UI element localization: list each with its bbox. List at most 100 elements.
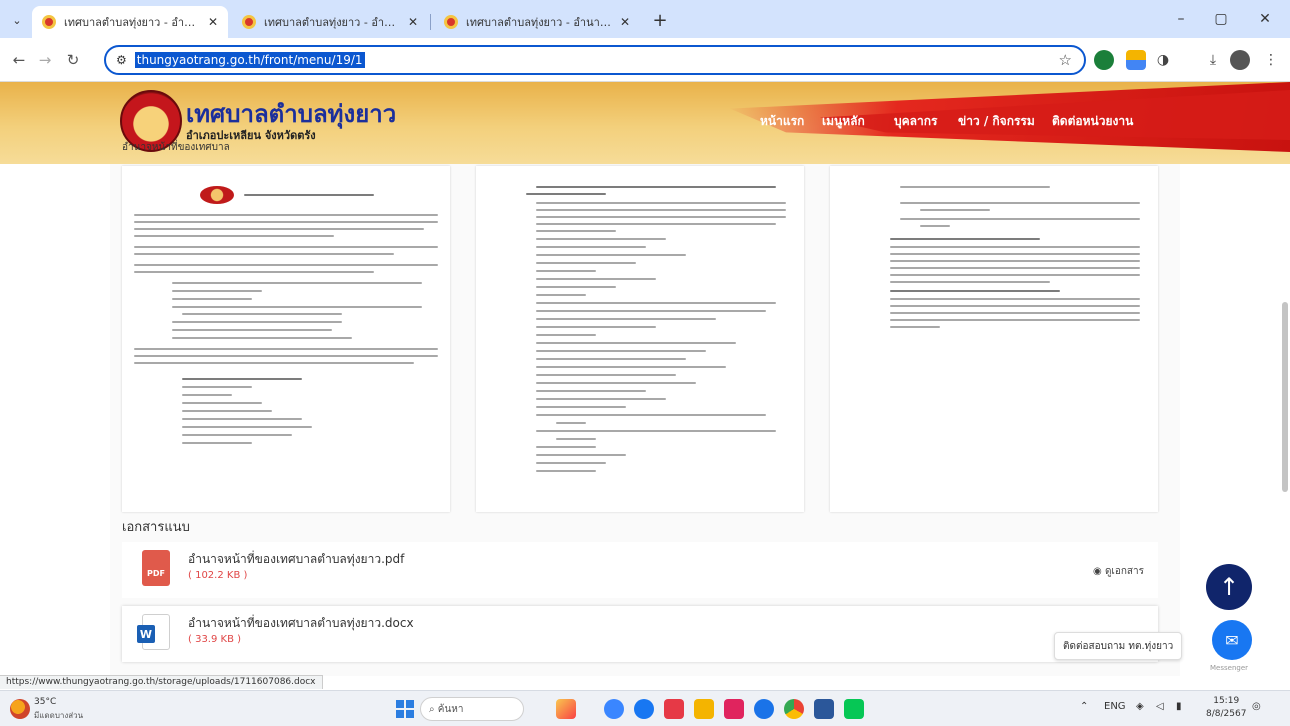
clock-time: 15:19 — [1213, 696, 1240, 706]
extensions-puzzle-icon[interactable]: ◑ — [1152, 49, 1174, 71]
weather-status[interactable]: มีแดดบางส่วน — [34, 709, 83, 722]
browser-tab-1[interactable]: เทศบาลตำบลทุ่งยาว - อำนาจหน้าที่ ✕ — [32, 6, 228, 38]
taskbar-app-icon[interactable] — [604, 699, 624, 719]
doc-text-line — [536, 216, 786, 218]
doc-text-line — [890, 319, 1140, 321]
doc-text-line — [182, 418, 302, 420]
facebook-app-icon[interactable] — [634, 699, 654, 719]
taskbar-app-icon[interactable] — [724, 699, 744, 719]
close-window-button[interactable]: ✕ — [1250, 8, 1280, 30]
doc-text-line — [536, 262, 636, 264]
nav-home[interactable]: หน้าแรก — [760, 112, 804, 131]
back-arrow-icon[interactable]: ← — [8, 49, 30, 71]
word-app-icon[interactable] — [814, 699, 834, 719]
site-favicon-icon — [444, 15, 458, 29]
doc-text-line — [890, 312, 1140, 314]
chrome-browser-icon[interactable] — [784, 699, 804, 719]
doc-text-line — [536, 350, 706, 352]
reload-icon[interactable]: ↻ — [62, 49, 84, 71]
doc-text-line — [536, 382, 696, 384]
nav-personnel[interactable]: บุคลากร — [894, 112, 937, 131]
attachment-filename[interactable]: อำนาจหน้าที่ของเทศบาลตำบลทุ่งยาว.docx — [188, 614, 414, 633]
doc-text-line — [890, 281, 1050, 283]
browser-tab-2[interactable]: เทศบาลตำบลทุ่งยาว - อำนาจหน้าที่ ✕ — [232, 6, 428, 38]
doc-text-line — [536, 202, 786, 204]
tab-close-icon[interactable]: ✕ — [208, 15, 218, 29]
doc-text-line — [536, 398, 666, 400]
doc-text-line — [182, 442, 252, 444]
forward-arrow-icon[interactable]: → — [34, 49, 56, 71]
file-explorer-icon[interactable] — [694, 699, 714, 719]
volume-icon[interactable]: ◁ — [1156, 701, 1164, 712]
site-favicon-icon — [242, 15, 256, 29]
doc-text-line — [890, 238, 1040, 240]
doc-text-line — [134, 362, 414, 364]
browser-menu-icon[interactable]: ⋮ — [1260, 49, 1282, 71]
tray-chevron-icon[interactable]: ⌃ — [1080, 701, 1088, 712]
doc-text-line — [536, 223, 776, 225]
scroll-to-top-button[interactable]: ↑ — [1206, 564, 1252, 610]
clock-date: 8/8/2567 — [1206, 709, 1247, 719]
weather-temperature[interactable]: 35°C — [34, 697, 56, 707]
attachment-size: ( 33.9 KB ) — [188, 634, 242, 645]
doc-text-line — [536, 318, 716, 320]
battery-icon[interactable]: ▮ — [1176, 701, 1182, 712]
doc-text-line — [134, 221, 438, 223]
tab-search-button[interactable]: ⌄ — [6, 9, 28, 31]
messenger-chat-icon[interactable]: ✉ — [1212, 620, 1252, 660]
extension-icon[interactable] — [1094, 50, 1114, 70]
url-text[interactable]: thungyaotrang.go.th/front/menu/19/1 — [134, 52, 365, 68]
extension-icon[interactable] — [1126, 50, 1146, 70]
attachment-item-pdf[interactable]: PDF อำนาจหน้าที่ของเทศบาลตำบลทุ่งยาว.pdf… — [122, 542, 1158, 598]
minimize-button[interactable]: – — [1166, 8, 1196, 30]
doc-text-line — [134, 228, 424, 230]
view-document-link[interactable]: ◉ ดูเอกสาร — [1093, 564, 1144, 579]
start-windows-icon[interactable] — [396, 700, 414, 718]
doc-text-line — [172, 321, 342, 323]
doc-text-line — [134, 246, 438, 248]
taskbar-search[interactable]: ⌕ ค้นหา — [420, 697, 524, 721]
taskbar-app-icon[interactable] — [664, 699, 684, 719]
weather-sun-icon[interactable] — [10, 699, 30, 719]
profile-avatar[interactable] — [1230, 50, 1250, 70]
widgets-app-icon[interactable] — [556, 699, 576, 719]
doc-text-line — [536, 186, 776, 188]
doc-text-line — [536, 446, 596, 448]
notification-icon[interactable]: ◎ — [1252, 701, 1261, 712]
new-tab-button[interactable]: + — [648, 8, 672, 32]
tab-close-icon[interactable]: ✕ — [408, 15, 418, 29]
attachment-filename[interactable]: อำนาจหน้าที่ของเทศบาลตำบลทุ่งยาว.pdf — [188, 550, 404, 569]
browser-toolbar: ← → ↻ ⚙ thungyaotrang.go.th/front/menu/1… — [0, 38, 1290, 82]
line-app-icon[interactable] — [844, 699, 864, 719]
doc-text-line — [182, 313, 342, 315]
doc-text-line — [890, 246, 1140, 248]
doc-text-line — [134, 264, 438, 266]
doc-text-line — [536, 414, 766, 416]
tray-language[interactable]: ENG — [1104, 701, 1126, 712]
chat-prompt[interactable]: ติดต่อสอบถาม ทต.ทุ่งยาว — [1054, 632, 1183, 660]
attachment-item-docx[interactable]: W อำนาจหน้าที่ของเทศบาลตำบลทุ่งยาว.docx … — [122, 606, 1158, 662]
doc-text-line — [172, 337, 352, 339]
doc-text-line — [182, 410, 272, 412]
attachments-heading: เอกสารแนบ — [122, 520, 190, 535]
address-bar[interactable]: ⚙ thungyaotrang.go.th/front/menu/19/1 ☆ — [104, 45, 1086, 75]
system-clock[interactable]: 15:19 8/8/2567 — [1206, 695, 1246, 721]
word-file-icon: W — [137, 614, 170, 650]
edge-browser-icon[interactable] — [754, 699, 774, 719]
page-scrollbar[interactable] — [1282, 302, 1288, 492]
doc-text-line — [890, 267, 1140, 269]
browser-tab-3[interactable]: เทศบาลตำบลทุ่งยาว - อำนาจหน้าที่ ✕ — [434, 6, 640, 38]
wifi-icon[interactable]: ◈ — [1136, 701, 1144, 712]
download-icon[interactable]: ⤓ — [1202, 49, 1224, 71]
doc-text-line — [536, 430, 776, 432]
doc-text-line — [890, 274, 1140, 276]
nav-contact[interactable]: ติดต่อหน่วยงาน — [1052, 112, 1133, 131]
site-favicon-icon — [42, 15, 56, 29]
maximize-button[interactable]: ▢ — [1206, 8, 1236, 30]
tab-close-icon[interactable]: ✕ — [620, 15, 630, 29]
nav-news[interactable]: ข่าว / กิจกรรม — [958, 112, 1035, 131]
bookmark-star-icon[interactable]: ☆ — [1059, 51, 1072, 69]
site-info-icon[interactable]: ⚙ — [116, 53, 127, 67]
nav-main-menu[interactable]: เมนูหลัก — [822, 112, 865, 131]
doc-text-line — [134, 235, 334, 237]
